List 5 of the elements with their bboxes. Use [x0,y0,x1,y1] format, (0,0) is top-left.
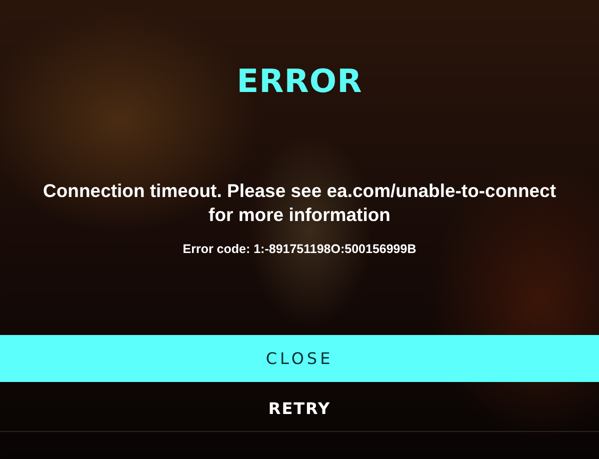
dialog-button[interactable]: RETRY [0,385,599,432]
error-message: Connection timeout. Please see ea.com/unable-to-connect for more information [42,179,557,227]
dialog-title: ERROR [236,62,362,100]
error-code: Error code: 1:-891751198O:500156999B [182,242,416,256]
dialog-button[interactable]: CLOSE [0,335,599,382]
